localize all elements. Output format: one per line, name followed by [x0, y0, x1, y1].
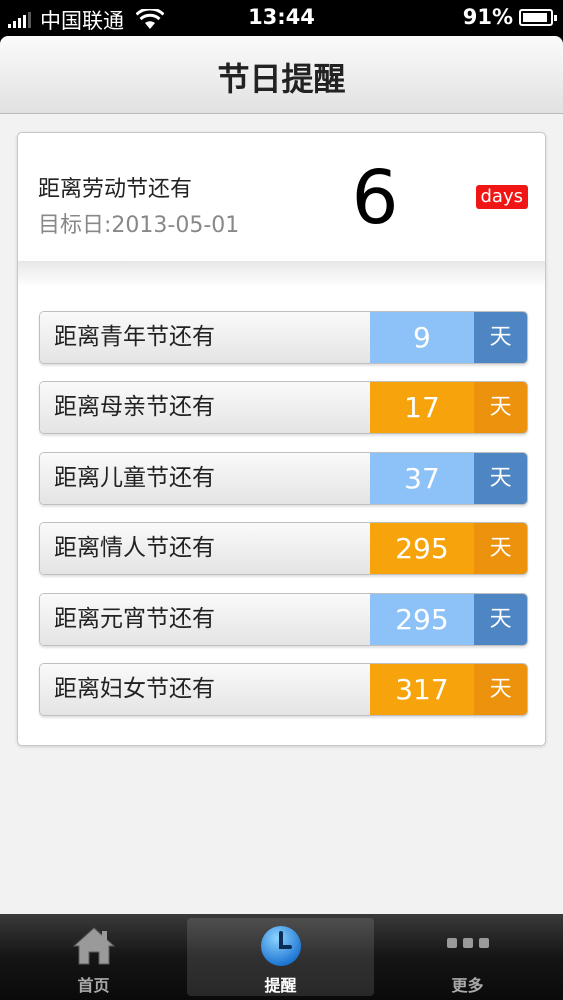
row-days-count: 9	[369, 312, 475, 363]
row-days-count: 17	[369, 382, 475, 433]
row-holiday-label: 距离情人节还有	[40, 523, 370, 574]
tab-more[interactable]: 更多	[374, 914, 561, 1000]
more-icon	[446, 938, 489, 948]
countdown-row[interactable]: 距离青年节还有 9 天	[39, 311, 528, 364]
row-days-unit: 天	[474, 312, 527, 363]
row-days-unit: 天	[474, 453, 527, 504]
hero-target-date: 目标日:2013-05-01	[38, 213, 240, 238]
countdown-row[interactable]: 距离情人节还有 295 天	[39, 522, 528, 575]
battery-percent: 91%	[462, 5, 513, 29]
tab-home-label: 首页	[77, 976, 110, 995]
row-holiday-label: 距离儿童节还有	[40, 453, 370, 504]
days-badge: days	[475, 185, 528, 209]
countdown-row[interactable]: 距离妇女节还有 317 天	[39, 663, 528, 716]
row-holiday-label: 距离母亲节还有	[40, 382, 370, 433]
row-days-unit: 天	[474, 594, 527, 645]
tab-bar: 首页 提醒 更多	[0, 914, 563, 1000]
countdown-row[interactable]: 距离母亲节还有 17 天	[39, 381, 528, 434]
home-icon	[72, 927, 115, 965]
status-bar: 中国联通 13:44 91%	[0, 0, 563, 36]
row-days-unit: 天	[474, 382, 527, 433]
row-days-count: 295	[369, 523, 475, 574]
row-holiday-label: 距离青年节还有	[40, 312, 370, 363]
countdown-card: 距离劳动节还有 目标日:2013-05-01 6 days 距离青年节还有 9 …	[17, 132, 546, 746]
hero-divider	[18, 261, 545, 287]
tab-reminder-label: 提醒	[264, 976, 297, 995]
battery-icon	[519, 8, 557, 26]
page-title: 节日提醒	[217, 60, 346, 98]
hero-holiday-label: 距离劳动节还有	[38, 177, 193, 202]
hero-days-count: 6	[351, 155, 399, 241]
tab-reminder[interactable]: 提醒	[187, 918, 374, 996]
countdown-row[interactable]: 距离儿童节还有 37 天	[39, 452, 528, 505]
row-days-unit: 天	[474, 664, 527, 715]
row-holiday-label: 距离元宵节还有	[40, 594, 370, 645]
row-days-count: 295	[369, 594, 475, 645]
row-days-count: 37	[369, 453, 475, 504]
countdown-row[interactable]: 距离元宵节还有 295 天	[39, 593, 528, 646]
row-days-count: 317	[369, 664, 475, 715]
row-days-unit: 天	[474, 523, 527, 574]
row-holiday-label: 距离妇女节还有	[40, 664, 370, 715]
clock-icon	[260, 926, 301, 966]
tab-home[interactable]: 首页	[0, 914, 187, 1000]
tab-more-label: 更多	[451, 976, 484, 995]
content-area: 距离劳动节还有 目标日:2013-05-01 6 days 距离青年节还有 9 …	[0, 114, 563, 914]
nav-bar: 节日提醒	[0, 36, 563, 114]
